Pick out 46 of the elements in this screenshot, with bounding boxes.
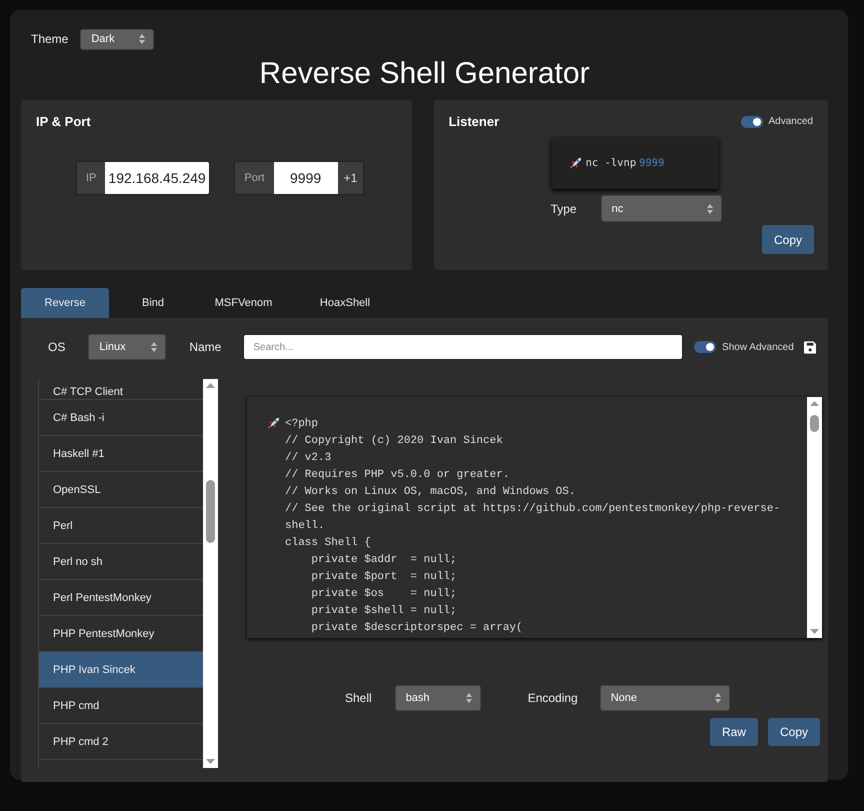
shell-select[interactable]: bash	[394, 685, 481, 711]
card-heading: IP & Port	[36, 114, 92, 129]
rocket-icon	[267, 416, 281, 430]
rocket-icon	[568, 156, 583, 170]
action-button[interactable]: Copy	[768, 718, 820, 746]
code-text: <?php // Copyright (c) 2020 Ivan Sincek // v2.3 // Requires PHP v5.0.0 or greater. // Works on Linux OS, macOS, and Windows OS. // See the original script at https://github.com/pentestmonkey/php-reverse- shell. class Shell { private $addr = null; private $port = null; private $os = null; private $shell = null; private $descriptorspec = array(	[285, 417, 780, 636]
copy-button[interactable]: Copy	[762, 225, 814, 254]
scrollbar-thumb[interactable]	[810, 415, 819, 432]
select-caret-icon	[466, 693, 472, 703]
encoding-select[interactable]: None	[600, 685, 730, 711]
toggle-switch[interactable]	[694, 341, 716, 353]
theme-select[interactable]: Dark	[80, 28, 154, 50]
type-label: Type	[550, 202, 577, 216]
tab[interactable]: MSFVenom	[197, 288, 290, 318]
tab[interactable]: Reverse	[21, 288, 109, 318]
search-field[interactable]: Search...	[243, 334, 684, 360]
action-button[interactable]: Raw	[710, 718, 758, 746]
select-caret-icon	[139, 34, 146, 44]
shell-label: Shell	[345, 691, 372, 705]
scroll-down-icon[interactable]	[810, 629, 819, 634]
command-port: 9999	[639, 157, 664, 169]
os-label: OS	[48, 340, 66, 354]
scroll-down-icon[interactable]	[206, 759, 216, 764]
shell-list-item[interactable]: PHP Ivan Sincek	[39, 652, 204, 688]
name-label: Name	[189, 340, 222, 354]
tab[interactable]: Bind	[109, 288, 197, 318]
command-text: nc -lvnp	[586, 157, 636, 169]
toggle-switch[interactable]	[740, 116, 763, 128]
toggle-label: Advanced	[768, 116, 813, 127]
page-title: Reverse Shell Generator	[258, 56, 591, 92]
type-select[interactable]: nc	[600, 195, 722, 222]
select-caret-icon	[714, 693, 721, 703]
scroll-up-icon[interactable]	[206, 383, 216, 388]
scrollbar[interactable]	[203, 379, 218, 768]
select-caret-icon	[151, 342, 158, 352]
scrollbar[interactable]	[807, 397, 822, 638]
select-caret-icon	[706, 204, 713, 214]
toggle-label: Show Advanced	[722, 342, 794, 352]
encoding-label: Encoding	[528, 691, 578, 705]
save-icon[interactable]	[804, 340, 816, 354]
card-heading: Listener	[448, 114, 500, 129]
os-select[interactable]: Linux	[88, 334, 166, 360]
scroll-up-icon[interactable]	[810, 401, 819, 406]
scrollbar-thumb[interactable]	[206, 480, 216, 543]
theme-label: Theme	[31, 32, 68, 46]
tab[interactable]: HoaxShell	[290, 288, 400, 318]
